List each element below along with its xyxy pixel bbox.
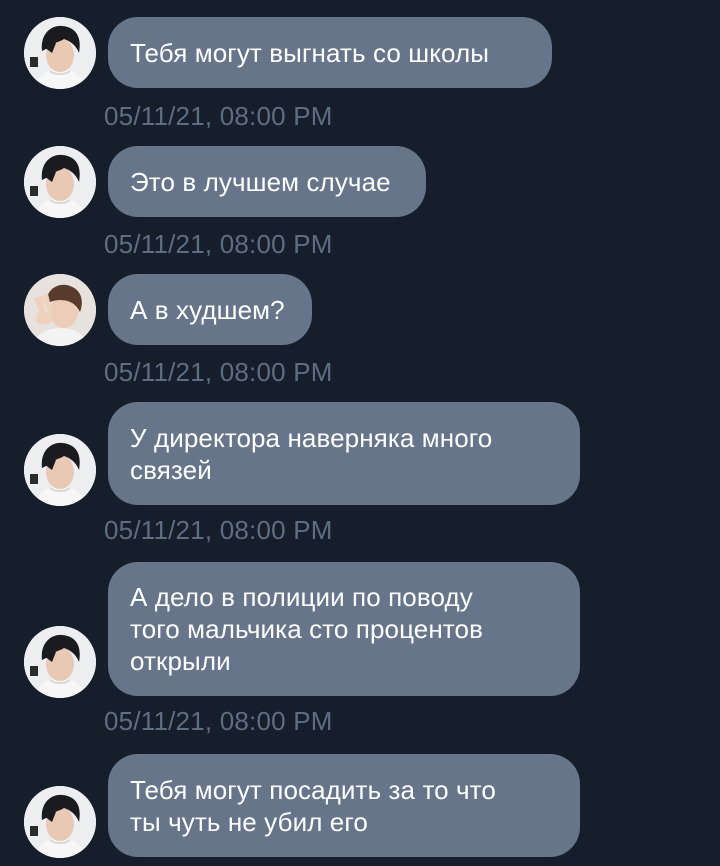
message-text: Тебя могут выгнать со школы: [130, 37, 490, 68]
message-text: А в худшем?: [130, 294, 285, 325]
avatar[interactable]: [24, 626, 96, 698]
avatar-boy-icon: [24, 434, 96, 506]
avatar-boy-icon: [24, 626, 96, 698]
avatar-boy-icon: [24, 146, 96, 218]
message-timestamp: 05/11/21, 08:00 PM: [104, 229, 333, 259]
message-text: А дело в полиции по поводу того мальчика…: [130, 582, 483, 676]
avatar[interactable]: [24, 274, 96, 346]
avatar[interactable]: [24, 146, 96, 218]
avatar-boy-icon: [24, 786, 96, 858]
message-bubble[interactable]: А в худшем?: [108, 274, 312, 345]
message-text: У директора наверняка много связей: [130, 422, 493, 485]
message-text: Тебя могут посадить за то что ты чуть не…: [130, 774, 496, 837]
message-bubble[interactable]: Тебя могут выгнать со школы: [108, 17, 552, 88]
avatar-boy-icon: [24, 17, 96, 89]
chat-thread: Тебя могут выгнать со школы 05/11/21, 08…: [0, 0, 720, 866]
message-timestamp: 05/11/21, 08:00 PM: [104, 515, 333, 545]
message-timestamp: 05/11/21, 08:00 PM: [104, 101, 333, 131]
message-bubble[interactable]: Тебя могут посадить за то что ты чуть не…: [108, 754, 580, 857]
message-text: Это в лучшем случае: [130, 166, 391, 197]
message-bubble[interactable]: Это в лучшем случае: [108, 146, 426, 217]
message-timestamp: 05/11/21, 08:00 PM: [104, 357, 333, 387]
avatar[interactable]: [24, 786, 96, 858]
avatar[interactable]: [24, 17, 96, 89]
message-timestamp: 05/11/21, 08:00 PM: [104, 706, 333, 736]
avatar[interactable]: [24, 434, 96, 506]
message-bubble[interactable]: У директора наверняка много связей: [108, 402, 580, 505]
avatar-boy-peace-icon: [24, 274, 96, 346]
message-bubble[interactable]: А дело в полиции по поводу того мальчика…: [108, 562, 580, 696]
